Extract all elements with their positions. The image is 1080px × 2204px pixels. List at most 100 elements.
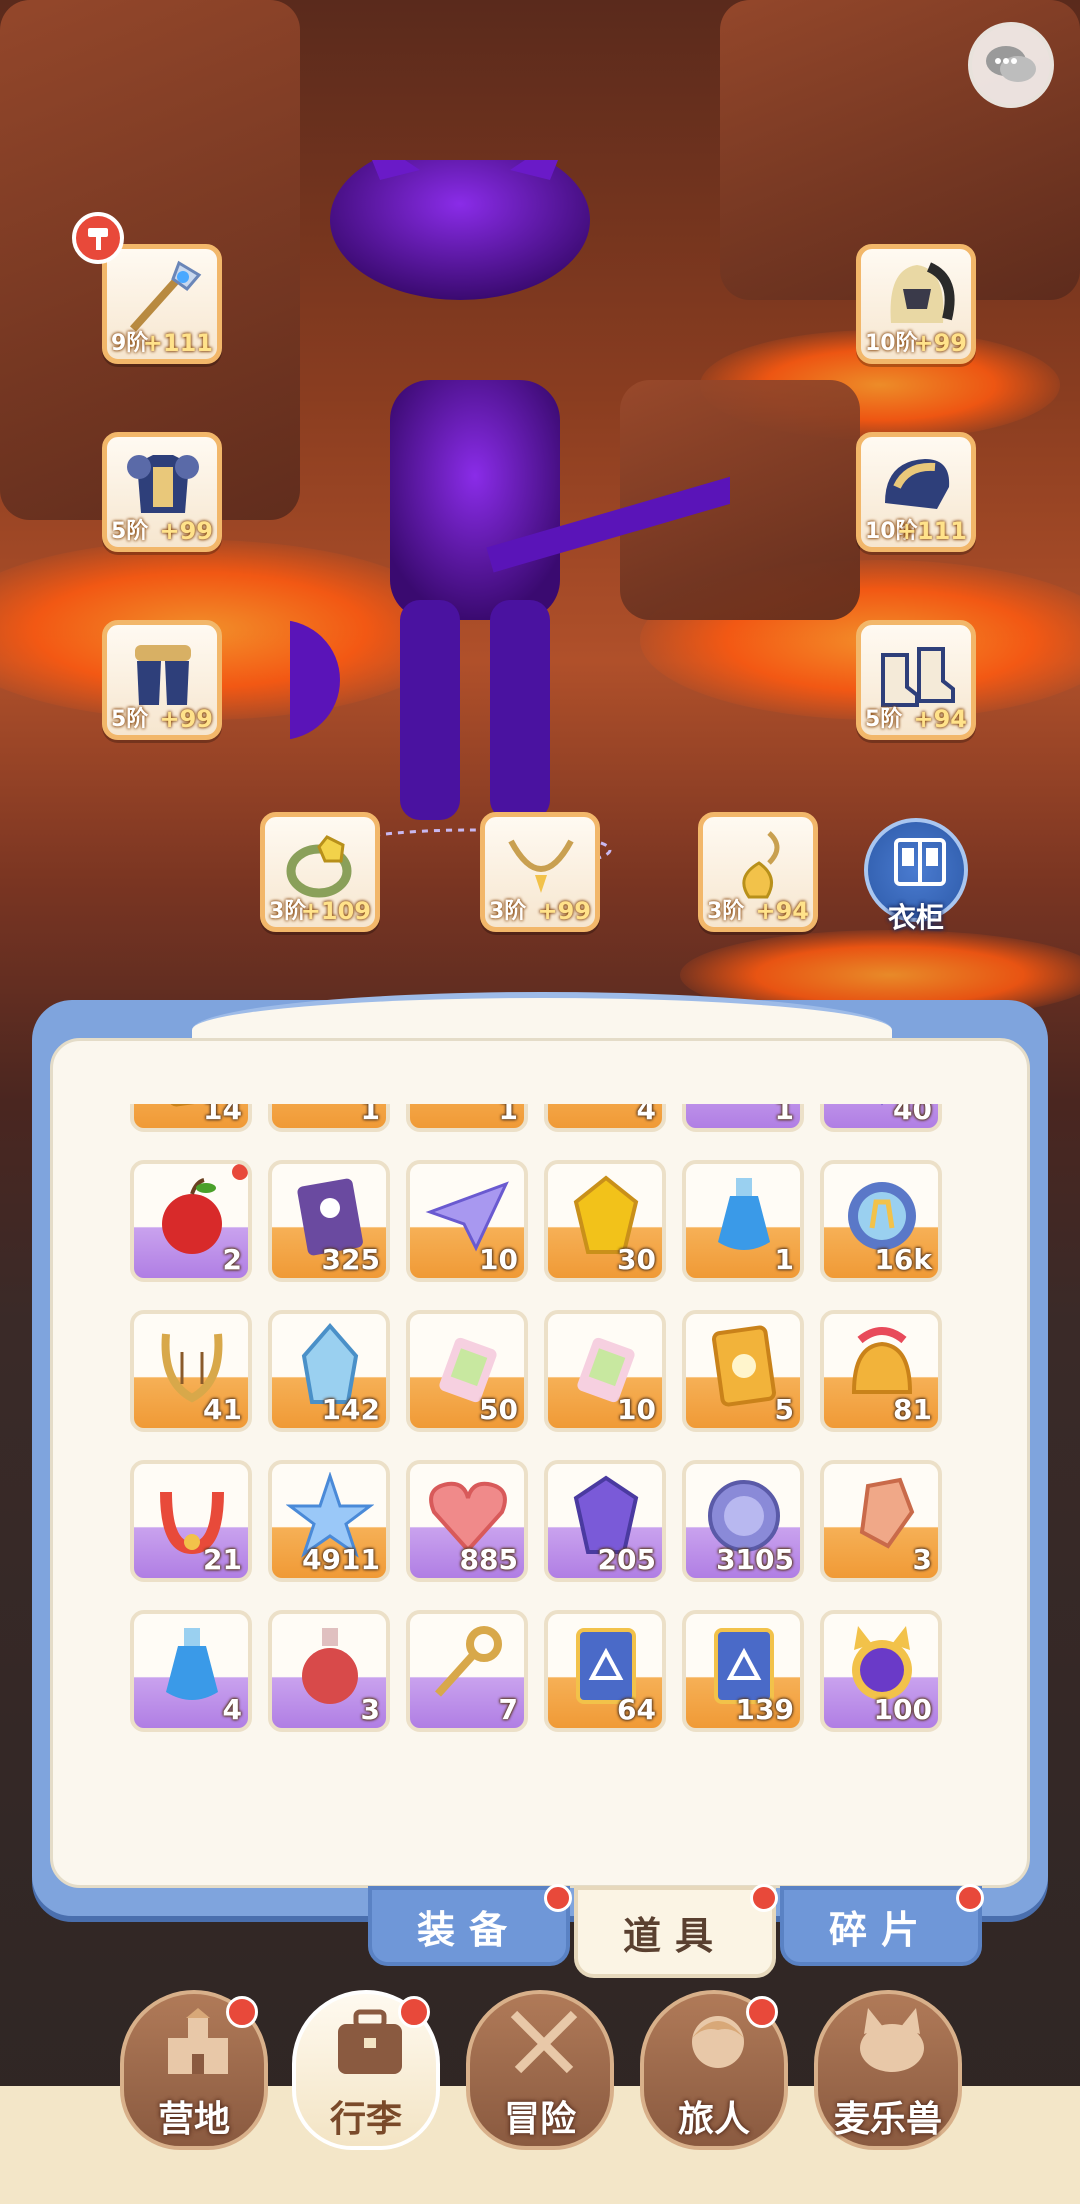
nav-adventure[interactable]: 冒险 [466,1990,614,2150]
equip-slot-legs[interactable]: 5阶 +99 [102,620,222,740]
inventory-item[interactable]: 81 [820,1310,942,1432]
inventory-item[interactable]: 30 [544,1160,666,1282]
inventory-item[interactable]: 3 [268,1610,390,1732]
inventory-item[interactable]: 10 [406,1160,528,1282]
chat-bubble-icon [986,46,1036,82]
inventory-item[interactable]: 1 [268,1104,390,1132]
item-count: 1 [498,1104,518,1126]
item-count: 10 [479,1243,518,1276]
equip-bonus: +99 [159,517,213,545]
item-count: 40 [893,1104,932,1126]
nav-label: 麦乐兽 [833,2099,942,2140]
inventory-item[interactable]: 2 [130,1160,252,1282]
player-character[interactable] [290,160,730,860]
inventory-item[interactable]: 40 [820,1104,942,1132]
equip-slot-shoulder[interactable]: 10阶 +111 [856,432,976,552]
inventory-item[interactable]: 4 [130,1610,252,1732]
equip-slot-earring[interactable]: 3阶 +94 [698,812,818,932]
nav-travelers[interactable]: 旅人 [640,1990,788,2150]
hammer-icon [88,228,108,250]
nav-label: 冒险 [503,2099,576,2140]
nav-pets[interactable]: 麦乐兽 [814,1990,962,2150]
boots-icon [881,647,955,707]
equip-bonus: +99 [537,897,591,925]
inventory-item[interactable]: 10 [544,1310,666,1432]
item-count: 1 [774,1104,794,1126]
inventory-item[interactable]: 14 [130,1104,252,1132]
item-count: 2 [222,1243,242,1276]
inventory-grid[interactable]: 14 1 1 4 1 40 2 325 10 30 1 16k 41 142 50 10 5 81 21 4911 88… [130,1104,956,1764]
tab-items[interactable]: 道具 [574,1884,778,1978]
item-count: 21 [203,1543,242,1576]
inventory-item[interactable]: 1 [406,1104,528,1132]
equip-bonus: +99 [159,705,213,733]
pet-icon [860,2008,924,2072]
greaves-icon [135,645,191,705]
inventory-item[interactable]: 1 [682,1160,804,1282]
inventory-item[interactable]: 16k [820,1160,942,1282]
item-count: 205 [597,1543,656,1576]
inventory-item[interactable]: 64 [544,1610,666,1732]
equip-slot-chest[interactable]: 5阶 +99 [102,432,222,552]
inventory-item[interactable]: 205 [544,1460,666,1582]
inventory-item[interactable]: 5 [682,1310,804,1432]
equip-bonus: +111 [896,517,967,545]
swords-icon [510,2010,578,2074]
earring-icon [742,831,780,899]
tab-fragments[interactable]: 碎片 [780,1884,984,1966]
necklace-icon [508,839,574,893]
item-count: 7 [498,1693,518,1726]
equip-tier: 10阶 [865,331,918,356]
inventory-item[interactable]: 21 [130,1460,252,1582]
wardrobe-icon [894,838,946,886]
inventory-item[interactable]: 139 [682,1610,804,1732]
forge-hammer-button[interactable] [72,212,124,264]
nav-luggage[interactable]: 行李 [292,1990,440,2150]
notification-dot [746,1996,778,2028]
item-count: 16k [874,1243,932,1276]
inventory-item[interactable]: 885 [406,1460,528,1582]
item-count: 142 [321,1393,380,1426]
item-count: 4 [222,1693,242,1726]
notification-dot [398,1996,430,2028]
equip-slot-weapon[interactable]: 9阶 +111 [102,244,222,364]
staff-icon [130,260,202,332]
equip-tier: 5阶 [111,707,149,732]
tab-label: 碎片 [828,1907,933,1952]
notification-dot [544,1884,572,1912]
inventory-item[interactable]: 100 [820,1610,942,1732]
equip-bonus: +94 [755,897,809,925]
equip-slot-ring[interactable]: 3阶 +109 [260,812,380,932]
item-count: 81 [893,1393,932,1426]
item-count: 3 [912,1543,932,1576]
inventory-item[interactable]: 4911 [268,1460,390,1582]
inventory-item[interactable]: 3 [820,1460,942,1582]
equip-slot-necklace[interactable]: 3阶 +99 [480,812,600,932]
inventory-item[interactable]: 325 [268,1160,390,1282]
equip-slot-helmet[interactable]: 10阶 +99 [856,244,976,364]
inventory-item[interactable]: 50 [406,1310,528,1432]
inventory-item[interactable]: 142 [268,1310,390,1432]
equip-tier: 3阶 [489,899,527,924]
nav-label: 行李 [329,2099,402,2140]
item-count: 139 [735,1693,794,1726]
nav-camp[interactable]: 营地 [120,1990,268,2150]
inventory-item[interactable]: 3105 [682,1460,804,1582]
inventory-item[interactable]: 41 [130,1310,252,1432]
equip-slot-boots[interactable]: 5阶 +94 [856,620,976,740]
item-count: 10 [617,1393,656,1426]
equip-bonus: +99 [913,329,967,357]
tab-equipment[interactable]: 装备 [368,1884,572,1966]
item-count: 5 [774,1393,794,1426]
backpack-icon [338,2009,402,2074]
inventory-item[interactable]: 7 [406,1610,528,1732]
item-count: 325 [321,1243,380,1276]
inventory-item[interactable]: 4 [544,1104,666,1132]
item-count: 1 [360,1104,380,1126]
inventory-item[interactable]: 1 [682,1104,804,1132]
item-count: 41 [203,1393,242,1426]
item-count: 4911 [302,1543,380,1576]
chat-button[interactable] [968,22,1054,108]
notification-dot [956,1884,984,1912]
tab-label: 装备 [416,1907,521,1952]
